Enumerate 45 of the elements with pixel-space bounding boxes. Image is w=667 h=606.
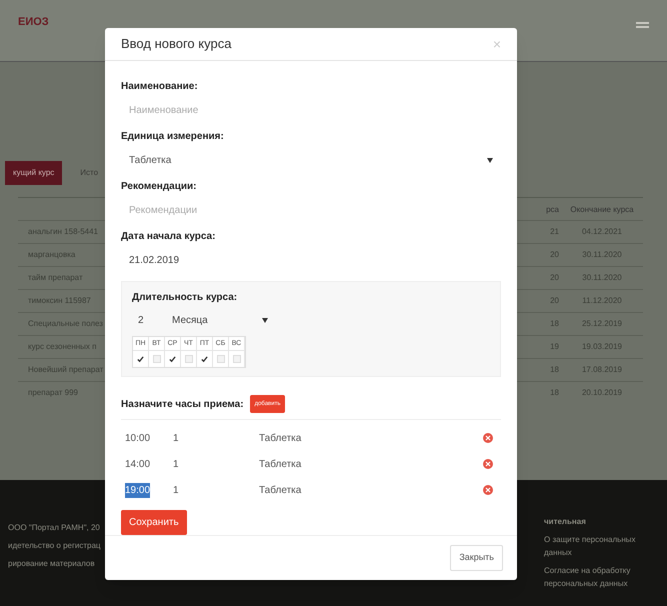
section-title: Назначите часы приема: <box>121 398 244 412</box>
section-title: Длительность курса: <box>132 291 238 306</box>
text-field[interactable]: Наименование <box>121 99 501 122</box>
menu-icon[interactable] <box>636 22 649 28</box>
text-field[interactable]: 21.02.2019 <box>121 249 501 272</box>
field-label: Дата начала курса: <box>121 230 216 244</box>
remove-icon[interactable] <box>483 459 493 470</box>
save-button[interactable]: Сохранить <box>121 510 187 536</box>
time-text: 19:00 <box>125 482 150 498</box>
dose-count[interactable]: 1 <box>159 430 259 446</box>
close-dialog-button[interactable]: Закрыть <box>450 545 503 572</box>
tab[interactable]: кущий курс <box>5 161 62 185</box>
weekday-checkbox[interactable] <box>200 355 208 364</box>
footer-link[interactable]: О защите персональных данных <box>544 533 659 559</box>
field-label: Наименование: <box>121 80 199 94</box>
footer-text: рирование материалов <box>8 558 96 570</box>
dose-count[interactable]: 1 <box>159 482 259 498</box>
time-field[interactable]: 10:00 <box>121 428 159 448</box>
column-header: рса <box>545 204 560 216</box>
field-label: Единица измерения: <box>121 130 225 144</box>
column-header: Окончание курса <box>569 204 635 216</box>
modal-title: Ввод нового курса <box>121 35 232 54</box>
period-select[interactable]: Месяца <box>172 313 272 328</box>
weekday-checkbox[interactable] <box>168 355 176 364</box>
footer-text: идетельство о регистрац <box>8 540 101 552</box>
dropdown-caret-icon <box>487 158 493 163</box>
time-field[interactable]: 19:00 <box>121 480 159 500</box>
count-field[interactable]: 2 <box>132 313 162 328</box>
dose-count[interactable]: 1 <box>159 456 259 472</box>
dropdown-caret-icon <box>262 318 268 324</box>
footer-link[interactable]: Согласие на обработку персональных данных <box>544 564 659 590</box>
field-label: Рекомендации: <box>121 180 198 194</box>
text-field[interactable]: Рекомендации <box>121 199 501 222</box>
remove-icon[interactable] <box>483 433 493 444</box>
time-text: 14:00 <box>125 458 150 472</box>
dose-unit: Таблетка <box>259 458 302 472</box>
dose-unit: Таблетка <box>259 484 302 498</box>
time-field[interactable]: 14:00 <box>121 454 159 474</box>
dose-unit: Таблетка <box>259 432 302 446</box>
remove-icon[interactable] <box>483 485 493 496</box>
weekday-checkbox[interactable] <box>136 355 144 364</box>
unit-select[interactable]: Таблетка <box>121 149 501 172</box>
footer-text: ООО "Портал РАМН", 20 <box>8 522 101 534</box>
footer-heading: чительная <box>544 516 587 528</box>
time-text: 10:00 <box>125 432 150 446</box>
